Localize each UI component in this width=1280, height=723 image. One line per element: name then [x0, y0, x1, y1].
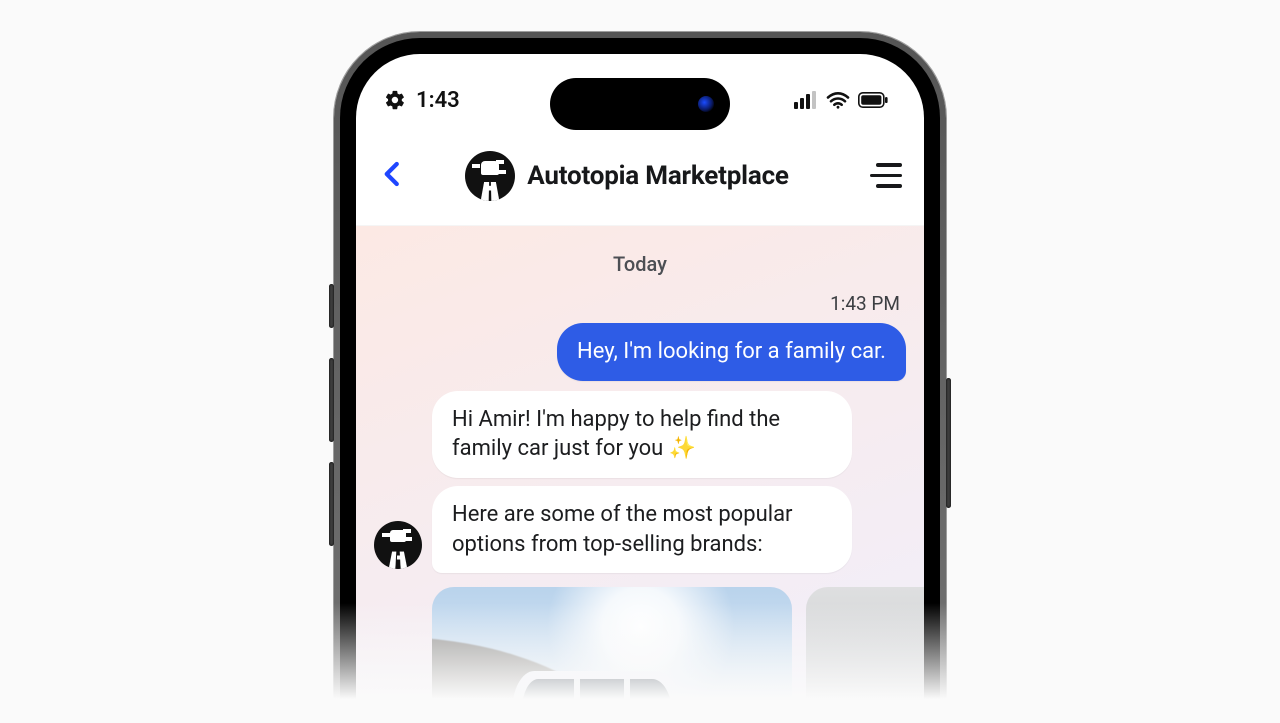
car-illustration [478, 669, 718, 723]
assistant-avatar [374, 521, 422, 569]
app-header: Autotopia Marketplace [356, 126, 924, 226]
status-time: 1:43 [416, 88, 460, 113]
gear-icon [384, 89, 406, 111]
side-button-volume-up [329, 358, 334, 442]
phone-screen: 1:43 [356, 54, 924, 723]
wifi-icon [826, 91, 850, 109]
app-title: Autotopia Marketplace [527, 161, 789, 191]
day-separator: Today [374, 246, 906, 292]
autotopia-logo-icon [465, 151, 515, 201]
assistant-message-bubble[interactable]: Hi Amir! I'm happy to help find the fami… [432, 391, 852, 478]
car-carousel[interactable] [432, 587, 906, 723]
hamburger-menu-icon [876, 163, 902, 167]
side-button-silent [329, 284, 334, 328]
menu-button[interactable] [870, 163, 902, 188]
chat-thread: Today 1:43 PM Hey, I'm looking for a fam… [356, 226, 924, 723]
user-message-bubble[interactable]: Hey, I'm looking for a family car. [557, 323, 906, 381]
battery-icon [858, 92, 888, 108]
dynamic-island [550, 78, 730, 130]
side-button-power [946, 378, 951, 508]
message-timestamp: 1:43 PM [374, 292, 906, 323]
phone-frame: 1:43 [334, 32, 946, 723]
car-card[interactable] [806, 587, 924, 723]
car-card[interactable] [432, 587, 792, 723]
assistant-message-bubble[interactable]: Here are some of the most popular option… [432, 486, 852, 573]
cellular-signal-icon [794, 91, 818, 109]
side-button-volume-down [329, 462, 334, 546]
